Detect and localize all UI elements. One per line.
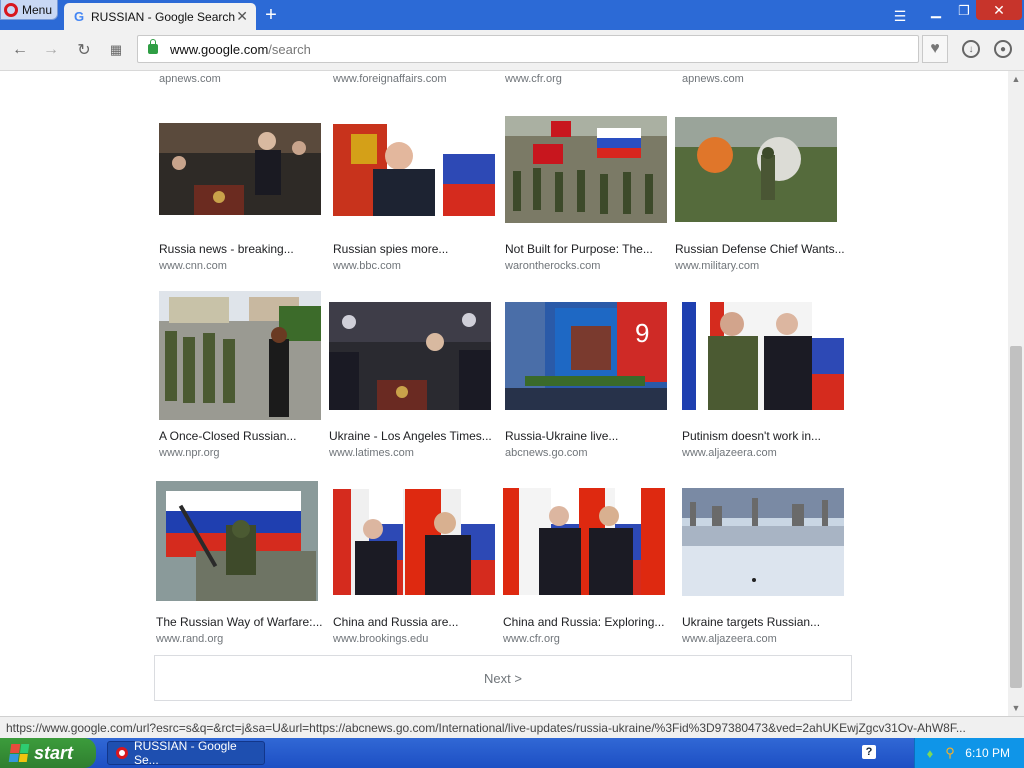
taskbar-item-opera[interactable]: RUSSIAN - Google Se... xyxy=(107,739,265,767)
result-title: China and Russia are... xyxy=(333,615,459,629)
result-source: www.aljazeera.com xyxy=(682,633,777,645)
network-tray-icon[interactable]: ♦ xyxy=(922,745,938,761)
result-title: Ukraine - Los Angeles Times... xyxy=(329,429,492,443)
search-tray-icon[interactable]: ⚲ xyxy=(942,745,958,761)
scroll-up-arrow-icon[interactable]: ▲ xyxy=(1010,73,1022,85)
result-source: apnews.com xyxy=(159,73,221,85)
result-thumbnail[interactable] xyxy=(329,302,491,410)
menu-label: Menu xyxy=(22,2,53,17)
close-window-icon[interactable]: ✕ xyxy=(976,0,1022,20)
close-tab-icon[interactable]: ✕ xyxy=(236,8,248,25)
result-source: www.cfr.org xyxy=(503,633,560,645)
address-path: /search xyxy=(268,41,311,57)
result-thumbnail[interactable] xyxy=(505,116,667,223)
result-source: apnews.com xyxy=(682,73,744,85)
result-thumbnail[interactable] xyxy=(333,124,495,216)
scroll-down-arrow-icon[interactable]: ▼ xyxy=(1010,702,1022,714)
forward-arrow-icon[interactable]: → xyxy=(41,40,61,60)
result-source: www.brookings.edu xyxy=(333,633,429,645)
account-icon[interactable]: ● xyxy=(994,40,1012,58)
result-thumbnail[interactable] xyxy=(159,291,321,420)
tab-title: RUSSIAN - Google Search xyxy=(91,9,236,24)
help-icon[interactable]: ? xyxy=(862,745,876,759)
result-title: Russian Defense Chief Wants... xyxy=(675,242,845,256)
result-thumbnail[interactable]: 9 xyxy=(505,302,667,410)
tab-google-search[interactable]: G RUSSIAN - Google Search ✕ xyxy=(64,3,256,30)
speed-dial-grid-icon[interactable]: ▦ xyxy=(106,40,126,60)
google-favicon-icon: G xyxy=(73,9,85,24)
restore-icon[interactable]: ❐ xyxy=(952,2,976,20)
result-title: Russia news - breaking... xyxy=(159,242,294,256)
result-title: The Russian Way of Warfare:... xyxy=(156,615,323,629)
reload-icon[interactable]: ↻ xyxy=(74,40,94,60)
result-source: www.latimes.com xyxy=(329,447,414,459)
windows-logo-icon xyxy=(8,744,30,762)
opera-icon xyxy=(116,747,128,759)
result-title: Russia-Ukraine live... xyxy=(505,429,619,443)
result-title: Ukraine targets Russian... xyxy=(682,615,821,629)
svg-text:9: 9 xyxy=(635,318,649,348)
start-label: start xyxy=(34,742,74,763)
new-tab-button[interactable]: + xyxy=(260,4,282,26)
result-title: Putinism doesn't work in... xyxy=(682,429,822,443)
result-source: www.foreignaffairs.com xyxy=(333,73,447,85)
address-bar[interactable]: www.google.com /search xyxy=(137,35,919,63)
result-thumbnail[interactable] xyxy=(333,489,495,595)
bookmark-heart-icon[interactable]: ♥ xyxy=(922,35,948,63)
result-source: warontherocks.com xyxy=(505,260,601,272)
start-button[interactable]: start xyxy=(0,738,96,768)
status-bar-url: https://www.google.com/url?esrc=s&q=&rct… xyxy=(0,716,1024,738)
address-host: www.google.com xyxy=(170,41,269,57)
result-thumbnail[interactable] xyxy=(675,117,837,222)
result-thumbnail[interactable] xyxy=(159,123,321,215)
lock-icon xyxy=(148,39,158,54)
clock[interactable]: 6:10 PM xyxy=(965,746,1010,760)
result-source: www.npr.org xyxy=(159,447,220,459)
tab-menu-icon[interactable]: ☰ xyxy=(890,8,910,24)
result-source: www.military.com xyxy=(675,260,760,272)
result-source: www.bbc.com xyxy=(333,260,401,272)
result-source: www.cnn.com xyxy=(159,260,227,272)
result-thumbnail[interactable] xyxy=(682,302,844,410)
minimize-icon[interactable]: ▁ xyxy=(924,2,948,20)
result-title: A Once-Closed Russian... xyxy=(159,429,297,443)
search-results-content: apnews.com www.foreignaffairs.com www.cf… xyxy=(0,71,1008,716)
download-icon[interactable]: ↓ xyxy=(962,40,980,58)
result-source: www.cfr.org xyxy=(505,73,562,85)
result-title: China and Russia: Exploring... xyxy=(503,615,665,629)
result-thumbnail[interactable] xyxy=(156,481,318,601)
scrollbar-thumb[interactable] xyxy=(1010,346,1022,688)
back-arrow-icon[interactable]: ← xyxy=(10,40,30,60)
result-thumbnail[interactable] xyxy=(682,488,844,596)
result-thumbnail[interactable] xyxy=(503,488,665,595)
opera-menu-button[interactable]: Menu xyxy=(0,0,58,20)
opera-logo-icon xyxy=(4,2,18,17)
result-title: Russian spies more... xyxy=(333,242,449,256)
next-page-button[interactable]: Next > xyxy=(154,655,852,701)
result-source: www.aljazeera.com xyxy=(682,447,777,459)
taskbar-item-label: RUSSIAN - Google Se... xyxy=(133,739,237,767)
result-source: abcnews.go.com xyxy=(505,447,588,459)
result-title: Not Built for Purpose: The... xyxy=(505,242,653,256)
result-source: www.rand.org xyxy=(156,633,224,645)
